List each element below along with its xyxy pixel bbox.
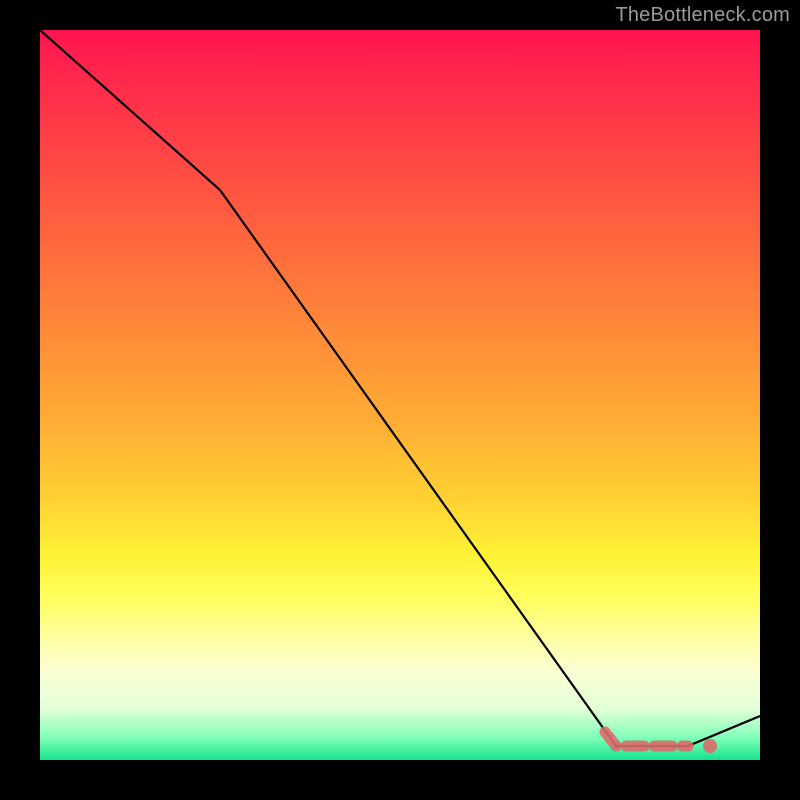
chart-stage: TheBottleneck.com: [0, 0, 800, 800]
marker-dot: [703, 739, 717, 753]
chart-overlay: [40, 30, 760, 760]
main-curve: [40, 30, 760, 746]
attribution-text: TheBottleneck.com: [615, 4, 790, 27]
glow-segment: [605, 732, 688, 746]
plot-area: [40, 30, 760, 760]
